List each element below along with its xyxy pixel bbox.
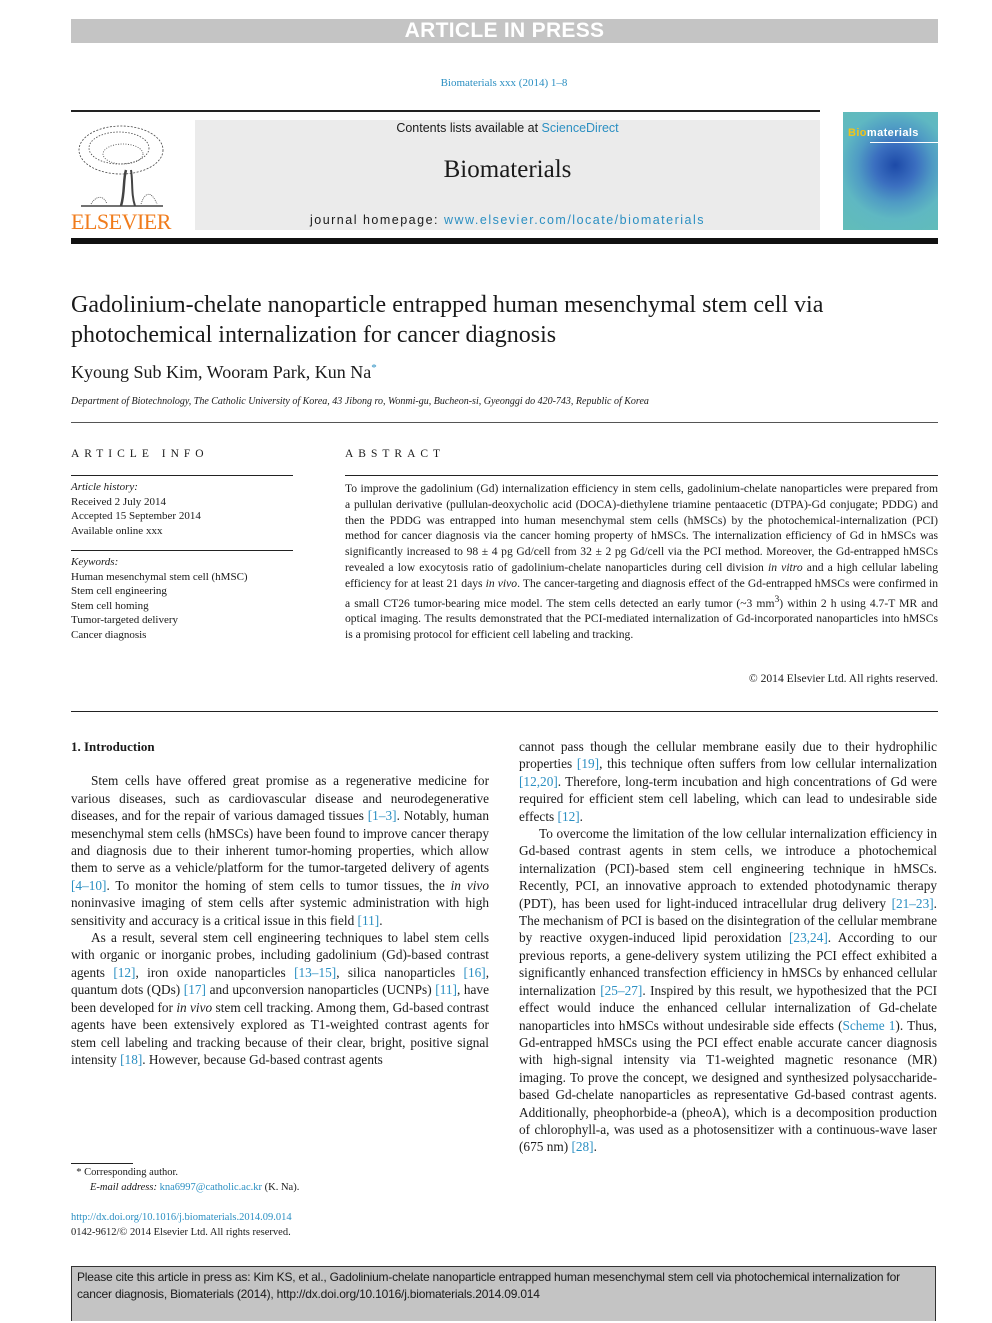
corresponding-author-note: Corresponding author. (84, 1167, 179, 1178)
paragraph: To overcome the limitation of the low ce… (519, 825, 937, 1156)
doi-link[interactable]: http://dx.doi.org/10.1016/j.biomaterials… (71, 1210, 292, 1225)
affiliation: Department of Biotechnology, The Catholi… (71, 396, 649, 407)
article-history: Article history: Received 2 July 2014 Ac… (71, 480, 293, 538)
text-run: . (593, 1139, 597, 1155)
keyword: Cancer diagnosis (71, 628, 147, 641)
reference-link[interactable]: [17] (184, 982, 206, 997)
divider (71, 475, 293, 476)
reference-link[interactable]: [12] (558, 809, 580, 824)
journal-reference[interactable]: Biomaterials xxx (2014) 1–8 (0, 77, 992, 89)
text-run: noninvasive imaging of stem cells after … (71, 895, 489, 928)
abstract-copyright: © 2014 Elsevier Ltd. All rights reserved… (748, 672, 938, 685)
cover-title-underline (870, 142, 938, 143)
text-run: , silica nanoparticles (336, 964, 464, 980)
journal-homepage-link[interactable]: www.elsevier.com/locate/biomaterials (444, 213, 705, 227)
reference-link[interactable]: [23,24] (789, 930, 828, 945)
reference-link[interactable]: Scheme 1 (843, 1018, 896, 1033)
journal-homepage: journal homepage: www.elsevier.com/locat… (309, 213, 706, 227)
keywords-label: Keywords: (71, 556, 119, 568)
text-run: . (379, 912, 383, 928)
journal-reference-link[interactable]: Biomaterials xxx (2014) 1–8 (441, 77, 568, 89)
article-title: Gadolinium-chelate nanoparticle entrappe… (71, 292, 824, 348)
footnote-rule (71, 1163, 133, 1164)
elsevier-tree-icon (78, 125, 164, 207)
keyword: Stem cell homing (71, 599, 149, 612)
reference-link[interactable]: [28] (571, 1139, 593, 1154)
article-info-heading: ARTICLE INFO (71, 448, 209, 460)
reference-link[interactable]: [25–27] (600, 983, 642, 998)
header-bottom-rule (71, 238, 938, 244)
abstract-text: To improve the gadolinium (Gd) internali… (345, 482, 939, 642)
reference-link[interactable]: [13–15] (294, 965, 336, 980)
header-top-rule (71, 110, 820, 112)
article-in-press-banner: ARTICLE IN PRESS (71, 19, 938, 43)
reference-link[interactable]: [19] (577, 756, 599, 771)
divider (71, 422, 938, 423)
footnote: * Corresponding author. E-mail address: … (76, 1167, 300, 1193)
keyword: Stem cell engineering (71, 585, 167, 597)
divider (345, 475, 938, 476)
reference-link[interactable]: [11] (435, 982, 457, 997)
history-received: Received 2 July 2014 (71, 495, 167, 508)
doi-block: http://dx.doi.org/10.1016/j.biomaterials… (71, 1210, 292, 1240)
reference-link[interactable]: [18] (120, 1052, 142, 1067)
reference-link[interactable]: [21–23] (892, 896, 934, 911)
cover-title: Biomaterials (848, 127, 919, 139)
divider (71, 550, 293, 551)
reference-link[interactable]: [16] (464, 965, 486, 980)
divider (71, 711, 938, 712)
journal-name: Biomaterials (443, 156, 572, 183)
elsevier-wordmark: ELSEVIER (71, 209, 171, 234)
body-column-left: 1. Introduction Stem cells have offered … (71, 738, 489, 1068)
reference-link[interactable]: [12] (113, 965, 135, 980)
abstract-heading: ABSTRACT (345, 448, 446, 460)
citation-box: Please cite this article in press as: Ki… (71, 1266, 936, 1321)
issn-copyright: 0142-9612/© 2014 Elsevier Ltd. All right… (71, 1227, 291, 1238)
italic-text: in vivo (176, 999, 213, 1015)
text-run: . However, because Gd-based contrast age… (142, 1051, 383, 1067)
text-run: , iron oxide nanoparticles (135, 964, 295, 980)
paragraph: Stem cells have offered great promise as… (71, 772, 489, 929)
keywords: Keywords: Human mesenchymal stem cell (h… (71, 555, 293, 642)
paragraph: As a result, several stem cell engineeri… (71, 929, 489, 1068)
reference-link[interactable]: [4–10] (71, 878, 106, 893)
reference-link[interactable]: [12,20] (519, 774, 558, 789)
email-link[interactable]: kna6997@catholic.ac.kr (160, 1182, 262, 1193)
corresponding-author-mark[interactable]: * (371, 362, 377, 374)
paragraph: cannot pass though the cellular membrane… (519, 738, 937, 825)
text-run: . To monitor the homing of stem cells to… (106, 877, 451, 893)
text-run: , this technique often suffers from low … (599, 756, 937, 772)
body-column-right: cannot pass though the cellular membrane… (519, 738, 937, 1156)
history-accepted: Accepted 15 September 2014 (71, 510, 201, 522)
italic-text: in vivo (450, 877, 489, 893)
reference-link[interactable]: [1–3] (368, 808, 397, 823)
section-heading-introduction: 1. Introduction (71, 739, 155, 754)
text-run: . (579, 808, 583, 824)
sciencedirect-link[interactable]: ScienceDirect (542, 121, 619, 135)
article-history-label: Article history: (71, 481, 138, 493)
text-run: To overcome the limitation of the low ce… (519, 826, 937, 911)
history-online: Available online xxx (71, 524, 163, 537)
contents-line: Contents lists available at ScienceDirec… (396, 121, 619, 135)
keyword: Tumor-targeted delivery (71, 614, 179, 626)
keyword: Human mesenchymal stem cell (hMSC) (71, 570, 248, 583)
text-run: and upconversion nanoparticles (UCNPs) (205, 982, 436, 998)
reference-link[interactable]: [11] (358, 913, 380, 928)
author-list: Kyoung Sub Kim, Wooram Park, Kun Na* (71, 362, 377, 382)
text-run: ). Thus, Gd-entrapped hMSCs using the PC… (519, 1017, 937, 1155)
